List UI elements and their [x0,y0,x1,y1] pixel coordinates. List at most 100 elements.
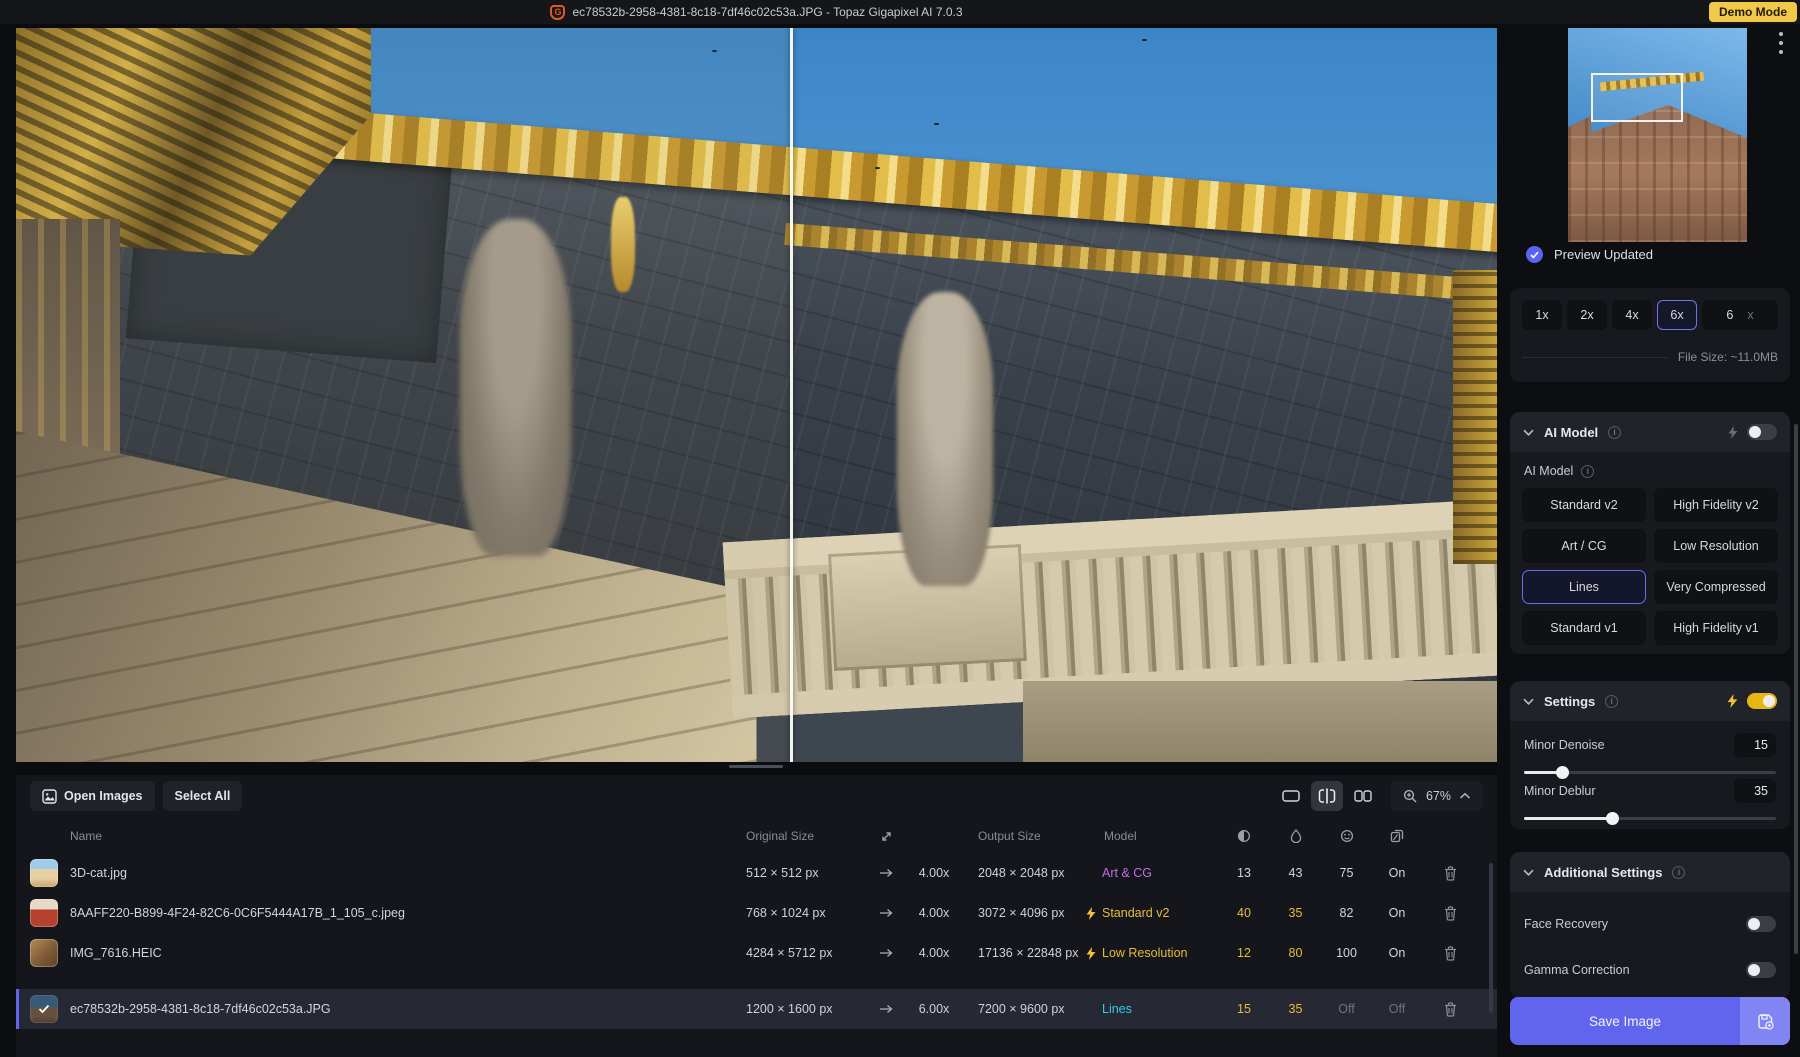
model-name: Art & CG [1102,866,1152,880]
gamma-correction-icon [1372,829,1422,843]
slider-knob[interactable] [1606,812,1619,825]
save-options-segment[interactable] [1740,997,1790,1045]
gamma-value: On [1372,946,1422,960]
gamma-value: Off [1372,1002,1422,1016]
output-size: 3072 × 4096 px [962,906,1082,920]
auto-bolt-icon [1728,426,1738,439]
scale-factor: 4.00x [906,866,962,880]
original-size: 1200 × 1600 px [730,1002,866,1016]
zoom-control[interactable]: 67% [1391,781,1483,811]
info-icon[interactable]: i [1672,866,1685,879]
selected-check-icon [30,995,58,1023]
settings-header[interactable]: Settings i [1510,681,1790,721]
settings-panel: Settings i Minor Denoise 15 Minor Deblur… [1510,681,1790,829]
file-thumbnail [30,939,58,967]
scale-option-button[interactable]: 1x [1522,300,1562,330]
auto-bolt-icon [1086,947,1096,960]
image-icon [42,789,57,804]
face-recovery-label: Face Recovery [1524,917,1608,931]
model-option-button[interactable]: Low Resolution [1654,529,1778,563]
auto-bolt-icon [1727,694,1738,708]
custom-scale-suffix: x [1747,308,1753,322]
save-image-button[interactable]: Save Image [1510,997,1790,1045]
scale-option-button[interactable]: 6x [1657,300,1697,330]
info-icon[interactable]: i [1608,426,1621,439]
file-row[interactable]: ec78532b-2958-4381-8c18-7df46c02c53a.JPG… [16,989,1497,1029]
delete-file-button[interactable] [1422,906,1478,921]
model-option-button[interactable]: High Fidelity v2 [1654,488,1778,522]
model-option-button[interactable]: Very Compressed [1654,570,1778,604]
delete-file-button[interactable] [1422,946,1478,961]
gamma-correction-toggle[interactable] [1746,962,1776,978]
file-table-header: Name Original Size Output Size Model [16,821,1497,851]
kebab-menu-icon[interactable] [1772,32,1790,72]
ai-model-auto-toggle[interactable] [1747,424,1777,440]
info-icon[interactable]: i [1605,695,1618,708]
header-original-size: Original Size [730,829,866,843]
model-option-button[interactable]: Art / CG [1522,529,1646,563]
deblur-label: Minor Deblur [1524,784,1596,798]
ai-model-label: AI Model [1524,464,1573,478]
settings-auto-toggle[interactable] [1747,693,1777,709]
custom-scale-input[interactable]: 6x [1702,300,1778,330]
ai-model-panel: AI Model i AI Model i Standard v2 High F… [1510,412,1790,654]
stone-wall [1023,681,1497,762]
model-name: Lines [1102,1002,1132,1016]
single-view-button[interactable] [1275,781,1307,811]
open-images-label: Open Images [64,789,143,803]
sidebar-scrollbar[interactable] [1794,424,1798,954]
preview-region-rect[interactable] [1591,73,1682,122]
info-icon[interactable]: i [1581,465,1594,478]
select-all-button[interactable]: Select All [163,781,243,811]
denoise-slider[interactable] [1524,765,1776,779]
denoise-value-box[interactable]: 15 [1734,733,1776,757]
file-rows: 3D-cat.jpg 512 × 512 px 4.00x 2048 × 204… [16,853,1497,1029]
delete-file-button[interactable] [1422,866,1478,881]
original-size: 4284 × 5712 px [730,946,866,960]
split-view-button[interactable] [1311,781,1343,811]
side-by-side-view-button[interactable] [1347,781,1379,811]
slider-knob[interactable] [1556,766,1569,779]
open-images-button[interactable]: Open Images [30,781,155,811]
face-recovery-icon [1321,829,1372,843]
scale-option-button[interactable]: 4x [1612,300,1652,330]
preview-status: Preview Updated [1526,246,1653,263]
scale-option-button[interactable]: 2x [1567,300,1607,330]
model-option-button[interactable]: High Fidelity v1 [1654,611,1778,645]
model-option-button[interactable]: Standard v2 [1522,488,1646,522]
file-name: IMG_7616.HEIC [70,946,162,960]
denoise-contrast-icon [1218,829,1270,843]
browser-scrollbar[interactable] [1489,863,1493,1013]
divider-line [1522,357,1668,358]
denoise-value: 12 [1218,946,1270,960]
delete-file-button[interactable] [1422,1002,1478,1017]
face-recovery-value: 82 [1321,906,1372,920]
file-row[interactable]: IMG_7616.HEIC 4284 × 5712 px 4.00x 17136… [16,933,1497,973]
file-thumbnail [30,859,58,887]
arrow-right-icon [866,948,906,958]
additional-settings-header[interactable]: Additional Settings i [1510,852,1790,892]
chevron-up-icon[interactable] [1459,792,1471,800]
gamma-correction-label: Gamma Correction [1524,963,1630,977]
chevron-down-icon [1523,429,1534,436]
file-browser-panel: Open Images Select All [16,775,1497,1057]
file-row[interactable]: 8AAFF220-B899-4F24-82C6-0C6F5444A17B_1_1… [16,893,1497,933]
minor-deblur-control: Minor Deblur 35 [1524,779,1776,825]
before-after-preview [16,28,1497,762]
model-option-button[interactable]: Standard v1 [1522,611,1646,645]
deblur-slider[interactable] [1524,811,1776,825]
face-recovery-toggle[interactable] [1746,916,1776,932]
navigator-thumbnail[interactable] [1568,28,1747,242]
model-option-button[interactable]: Lines [1522,570,1646,604]
file-row[interactable]: 3D-cat.jpg 512 × 512 px 4.00x 2048 × 204… [16,853,1497,893]
ai-model-header[interactable]: AI Model i [1510,412,1790,452]
deblur-value-box[interactable]: 35 [1734,779,1776,803]
output-size: 17136 × 22848 px [962,946,1082,960]
model-grid: Standard v2 High Fidelity v2 Art / CG Lo… [1522,488,1778,645]
model-name: Low Resolution [1102,946,1187,960]
ai-model-title: AI Model [1544,425,1598,440]
split-divider[interactable] [790,28,793,762]
panel-resize-handle[interactable] [729,765,783,768]
file-name: 8AAFF220-B899-4F24-82C6-0C6F5444A17B_1_1… [70,906,405,920]
arrow-right-icon [866,908,906,918]
